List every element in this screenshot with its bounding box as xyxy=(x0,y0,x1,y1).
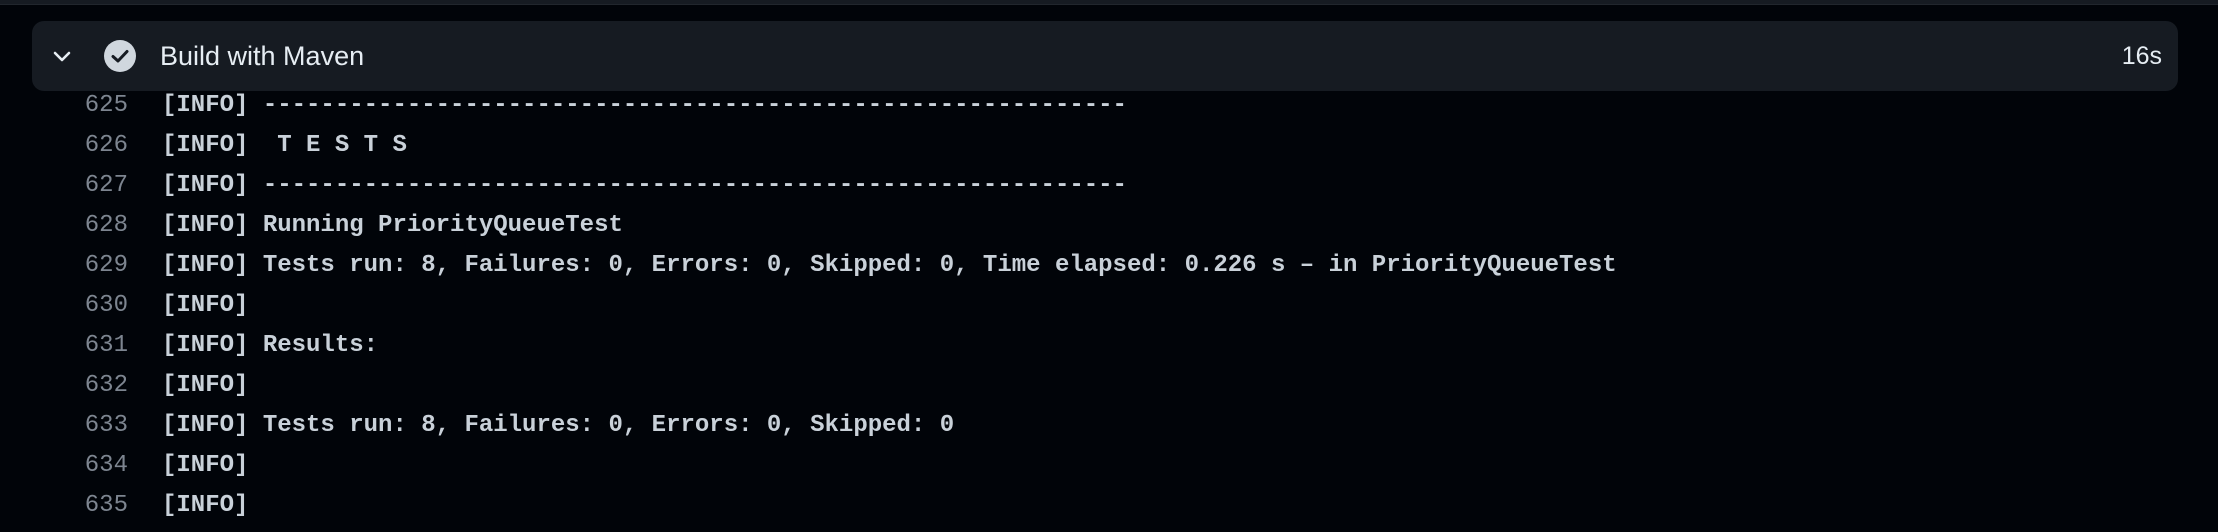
line-number[interactable]: 627 xyxy=(40,166,128,206)
log-line: 633 [INFO] Tests run: 8, Failures: 0, Er… xyxy=(0,406,2218,446)
log-text: [INFO] ---------------------------------… xyxy=(162,92,1127,119)
log-line: 630 [INFO] xyxy=(0,286,2218,326)
line-number[interactable]: 634 xyxy=(40,446,128,486)
line-number[interactable]: 629 xyxy=(40,246,128,286)
log-text: [INFO] Results: xyxy=(162,332,379,359)
log-text: [INFO] Tests run: 8, Failures: 0, Errors… xyxy=(162,252,1617,279)
line-number[interactable]: 631 xyxy=(40,326,128,366)
log-line: 625 [INFO] -----------------------------… xyxy=(0,86,2218,126)
line-number[interactable]: 628 xyxy=(40,206,128,246)
log-line: 632 [INFO] xyxy=(0,366,2218,406)
log-text: [INFO] xyxy=(162,452,249,479)
log-line: 635 [INFO] xyxy=(0,486,2218,526)
log-text: [INFO] Tests run: 8, Failures: 0, Errors… xyxy=(162,412,955,439)
log-line: 627 [INFO] -----------------------------… xyxy=(0,166,2218,206)
step-title: Build with Maven xyxy=(160,41,365,71)
chevron-down-icon[interactable] xyxy=(50,44,74,68)
step-header[interactable]: Build with Maven 16s xyxy=(32,21,2178,91)
line-number[interactable]: 625 xyxy=(40,86,128,126)
line-number[interactable]: 626 xyxy=(40,126,128,166)
log-text: [INFO] ---------------------------------… xyxy=(162,172,1127,199)
log-line: 628 [INFO] Running PriorityQueueTest xyxy=(0,206,2218,246)
step-duration: 16s xyxy=(2121,42,2162,70)
log-text: [INFO] xyxy=(162,292,249,319)
line-number[interactable]: 632 xyxy=(40,366,128,406)
log-text: [INFO] Running PriorityQueueTest xyxy=(162,212,623,239)
log-line: 626 [INFO] T E S T S xyxy=(0,126,2218,166)
log-line: 631 [INFO] Results: xyxy=(0,326,2218,366)
line-number[interactable]: 633 xyxy=(40,406,128,446)
log-text: [INFO] T E S T S xyxy=(162,132,407,159)
log-text: [INFO] xyxy=(162,372,249,399)
log-text: [INFO] xyxy=(162,492,249,519)
line-number[interactable]: 635 xyxy=(40,486,128,526)
line-number[interactable]: 630 xyxy=(40,286,128,326)
panel-top-border xyxy=(0,0,2218,5)
log-line: 629 [INFO] Tests run: 8, Failures: 0, Er… xyxy=(0,246,2218,286)
log-line: 634 [INFO] xyxy=(0,446,2218,486)
log-output: 625 [INFO] -----------------------------… xyxy=(0,86,2218,526)
check-circle-icon xyxy=(103,39,137,73)
